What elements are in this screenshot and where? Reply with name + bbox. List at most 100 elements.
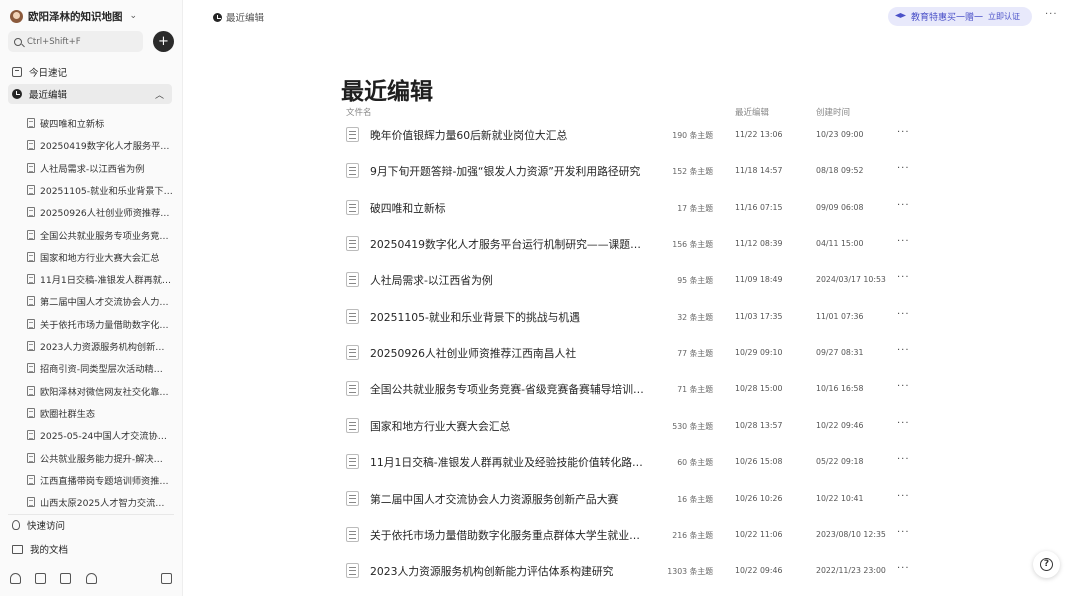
search-placeholder: Ctrl+Shift+F	[27, 36, 81, 47]
mindmap-file-icon	[346, 163, 359, 179]
document-icon	[27, 497, 35, 508]
tree-item-label: 人社局需求-以江西省为例	[40, 163, 145, 175]
sidebar-tree-item[interactable]: 江西直播带岗专题培训师资推…	[27, 470, 175, 490]
sidebar-tree-item[interactable]: 全国公共就业服务专项业务竞…	[27, 225, 175, 245]
sidebar-tree-item[interactable]: 招商引资-同类型层次活动精…	[27, 358, 175, 378]
sidebar-tree-item[interactable]: 第二届中国人才交流协会人力…	[27, 291, 175, 311]
topic-count: 16 条主题	[677, 494, 713, 504]
sidebar-tree-item[interactable]: 11月1日交稿-准银发人群再就…	[27, 269, 175, 289]
sidebar-tree-item[interactable]: 国家和地方行业大赛大会汇总	[27, 247, 175, 267]
import-icon[interactable]	[60, 573, 72, 584]
file-row[interactable]: 20250419数字化人才服务平台运行机制研究——课题… 156 条主题 11/12…	[341, 232, 921, 256]
file-name: 全国公共就业服务专项业务竞赛-省级竞赛备赛辅导培训…	[370, 383, 644, 397]
tree-item-label: 2025-05-24中国人才交流协…	[40, 431, 167, 443]
sidebar-item-my-docs[interactable]: 我的文档	[8, 539, 172, 559]
tree-item-label: 11月1日交稿-准银发人群再就…	[40, 275, 172, 287]
sidebar-item-quick-access[interactable]: 快速访问	[8, 515, 172, 535]
more-icon[interactable]: ···	[897, 418, 910, 429]
document-icon	[27, 140, 35, 151]
tree-item-label: 公共就业服务能力提升-解决…	[40, 453, 163, 465]
last-edited: 11/16 07:15	[735, 202, 783, 212]
education-promo-button[interactable]: 教育特惠买一赠一 立即认证	[888, 7, 1032, 26]
topic-count: 60 条主题	[677, 458, 713, 468]
document-icon	[27, 341, 35, 351]
sidebar-item-today[interactable]: 今日速记	[8, 62, 172, 82]
document-icon	[27, 363, 35, 374]
tree-item-label: 20250926人社创业师资推荐…	[40, 208, 170, 220]
file-name: 20251105-就业和乐业背景下的挑战与机遇	[370, 310, 581, 324]
file-row[interactable]: 国家和地方行业大赛大会汇总 530 条主题 10/28 13:57 10/22 09:…	[341, 414, 921, 438]
last-edited: 10/29 09:10	[735, 348, 783, 358]
more-icon[interactable]: ···	[897, 345, 910, 356]
sidebar-tree-item[interactable]: 公共就业服务能力提升-解决…	[27, 448, 175, 468]
sidebar: 欧阳泽林的知识地图 ⌄ Ctrl+Shift+F + 今日速记 最近编辑 ︿ 破…	[0, 0, 183, 596]
sidebar-tree-item[interactable]: 关于依托市场力量借助数字化…	[27, 314, 175, 334]
created-time: 08/18 09:52	[816, 166, 864, 176]
file-row[interactable]: 20250926人社创业师资推荐江西南昌人社 77 条主题 10/29 09:10 0…	[341, 341, 921, 365]
more-icon[interactable]: ···	[897, 527, 910, 538]
sidebar-tree-item[interactable]: 2025-05-24中国人才交流协…	[27, 425, 175, 445]
tree-item-label: 2023人力资源服务机构创新…	[40, 342, 165, 353]
more-icon[interactable]: ···	[1045, 9, 1058, 20]
file-row[interactable]: 第二届中国人才交流协会人力资源服务创新产品大赛 16 条主题 10/26 10:26…	[341, 487, 921, 511]
file-row[interactable]: 2023人力资源服务机构创新能力评估体系构建研究 1303 条主题 10/22 09…	[341, 559, 921, 583]
file-row[interactable]: 9月下旬开题答辩-加强“银发人力资源”开发利用路径研究 152 条主题 11/18 …	[341, 159, 921, 183]
created-time: 10/22 10:41	[816, 493, 864, 503]
help-button[interactable]: ?	[1033, 551, 1060, 578]
file-row[interactable]: 20251105-就业和乐业背景下的挑战与机遇 32 条主题 11/03 17:35…	[341, 305, 921, 329]
file-name: 9月下旬开题答辩-加强“银发人力资源”开发利用路径研究	[370, 165, 641, 179]
file-name: 晚年价值银辉力量60后新就业岗位大汇总	[370, 129, 568, 142]
more-icon[interactable]: ···	[897, 127, 910, 138]
file-row[interactable]: 关于依托市场力量借助数字化服务重点群体大学生就业… 216 条主题 10/22 11…	[341, 523, 921, 547]
template-icon[interactable]	[35, 573, 47, 584]
more-icon[interactable]: ···	[897, 200, 910, 211]
more-icon[interactable]: ···	[897, 563, 910, 574]
sidebar-tree-item[interactable]: 欧圈社群生态	[27, 403, 175, 423]
sidebar-tree-item[interactable]: 20250926人社创业师资推荐…	[27, 202, 175, 222]
more-icon[interactable]: ···	[897, 236, 910, 247]
more-icon[interactable]: ···	[897, 454, 910, 465]
more-icon[interactable]: ···	[897, 309, 910, 320]
file-row[interactable]: 人社局需求-以江西省为例 95 条主题 11/09 18:49 2024/03/17 …	[341, 268, 921, 292]
sidebar-item-label: 最近编辑	[29, 90, 68, 101]
trash-icon[interactable]	[160, 573, 172, 584]
file-name: 20250419数字化人才服务平台运行机制研究——课题…	[370, 238, 641, 252]
file-row[interactable]: 晚年价值银辉力量60后新就业岗位大汇总 190 条主题 11/22 13:06 10/…	[341, 123, 921, 147]
avatar	[10, 9, 23, 23]
sidebar-tree-item[interactable]: 20250419数字化人才服务平…	[27, 135, 175, 155]
sidebar-tree-item[interactable]: 20251105-就业和乐业背景下…	[27, 180, 175, 200]
chevron-up-icon[interactable]: ︿	[155, 88, 164, 101]
created-time: 11/01 07:36	[816, 311, 864, 321]
tree-item-label: 全国公共就业服务专项业务竞…	[40, 230, 169, 242]
file-row[interactable]: 全国公共就业服务专项业务竞赛-省级竞赛备赛辅导培训… 71 条主题 10/28 15…	[341, 377, 921, 401]
file-row[interactable]: 破四唯和立新标 17 条主题 11/16 07:15 09/09 06:08 ···	[341, 196, 921, 220]
file-name: 关于依托市场力量借助数字化服务重点群体大学生就业…	[370, 528, 640, 542]
crown-icon[interactable]	[10, 573, 21, 584]
more-icon[interactable]: ···	[897, 381, 910, 392]
tree-item-label: 关于依托市场力量借助数字化…	[40, 319, 169, 331]
column-header-edited[interactable]: 最近编辑	[735, 106, 769, 118]
document-icon	[27, 385, 35, 396]
mindmap-file-icon	[346, 345, 359, 361]
sidebar-tree-item[interactable]: 2023人力资源服务机构创新…	[27, 336, 175, 356]
file-row[interactable]: 11月1日交稿-准银发人群再就业及经验技能价值转化路… 60 条主题 10/26 1…	[341, 450, 921, 474]
column-header-created[interactable]: 创建时间	[816, 106, 850, 118]
add-button[interactable]: +	[153, 31, 174, 52]
sidebar-tree-item[interactable]: 人社局需求-以江西省为例	[27, 158, 175, 178]
search-input[interactable]: Ctrl+Shift+F	[8, 31, 143, 52]
tree-item-label: 招商引资-同类型层次活动精…	[40, 364, 163, 376]
topic-count: 530 条主题	[672, 421, 713, 431]
topic-count: 32 条主题	[677, 312, 713, 322]
workspace-switcher[interactable]: 欧阳泽林的知识地图 ⌄	[10, 7, 137, 25]
sidebar-tree-item[interactable]: 欧阳泽林对微信网友社交化靠…	[27, 381, 175, 401]
more-icon[interactable]: ···	[897, 272, 910, 283]
mindmap-file-icon	[346, 199, 359, 215]
sidebar-item-recent[interactable]: 最近编辑 ︿	[8, 84, 172, 104]
mindmap-file-icon	[346, 563, 359, 579]
sidebar-tree-item[interactable]: 山西太原2025人才智力交流…	[27, 492, 175, 512]
team-icon[interactable]	[85, 573, 97, 584]
sidebar-tree-item[interactable]: 破四唯和立新标	[27, 113, 175, 133]
main-content: 最近编辑 教育特惠买一赠一 立即认证 ··· 最近编辑 文件名 最近编辑 创建时…	[183, 0, 1080, 596]
more-icon[interactable]: ···	[897, 163, 910, 174]
more-icon[interactable]: ···	[897, 491, 910, 502]
